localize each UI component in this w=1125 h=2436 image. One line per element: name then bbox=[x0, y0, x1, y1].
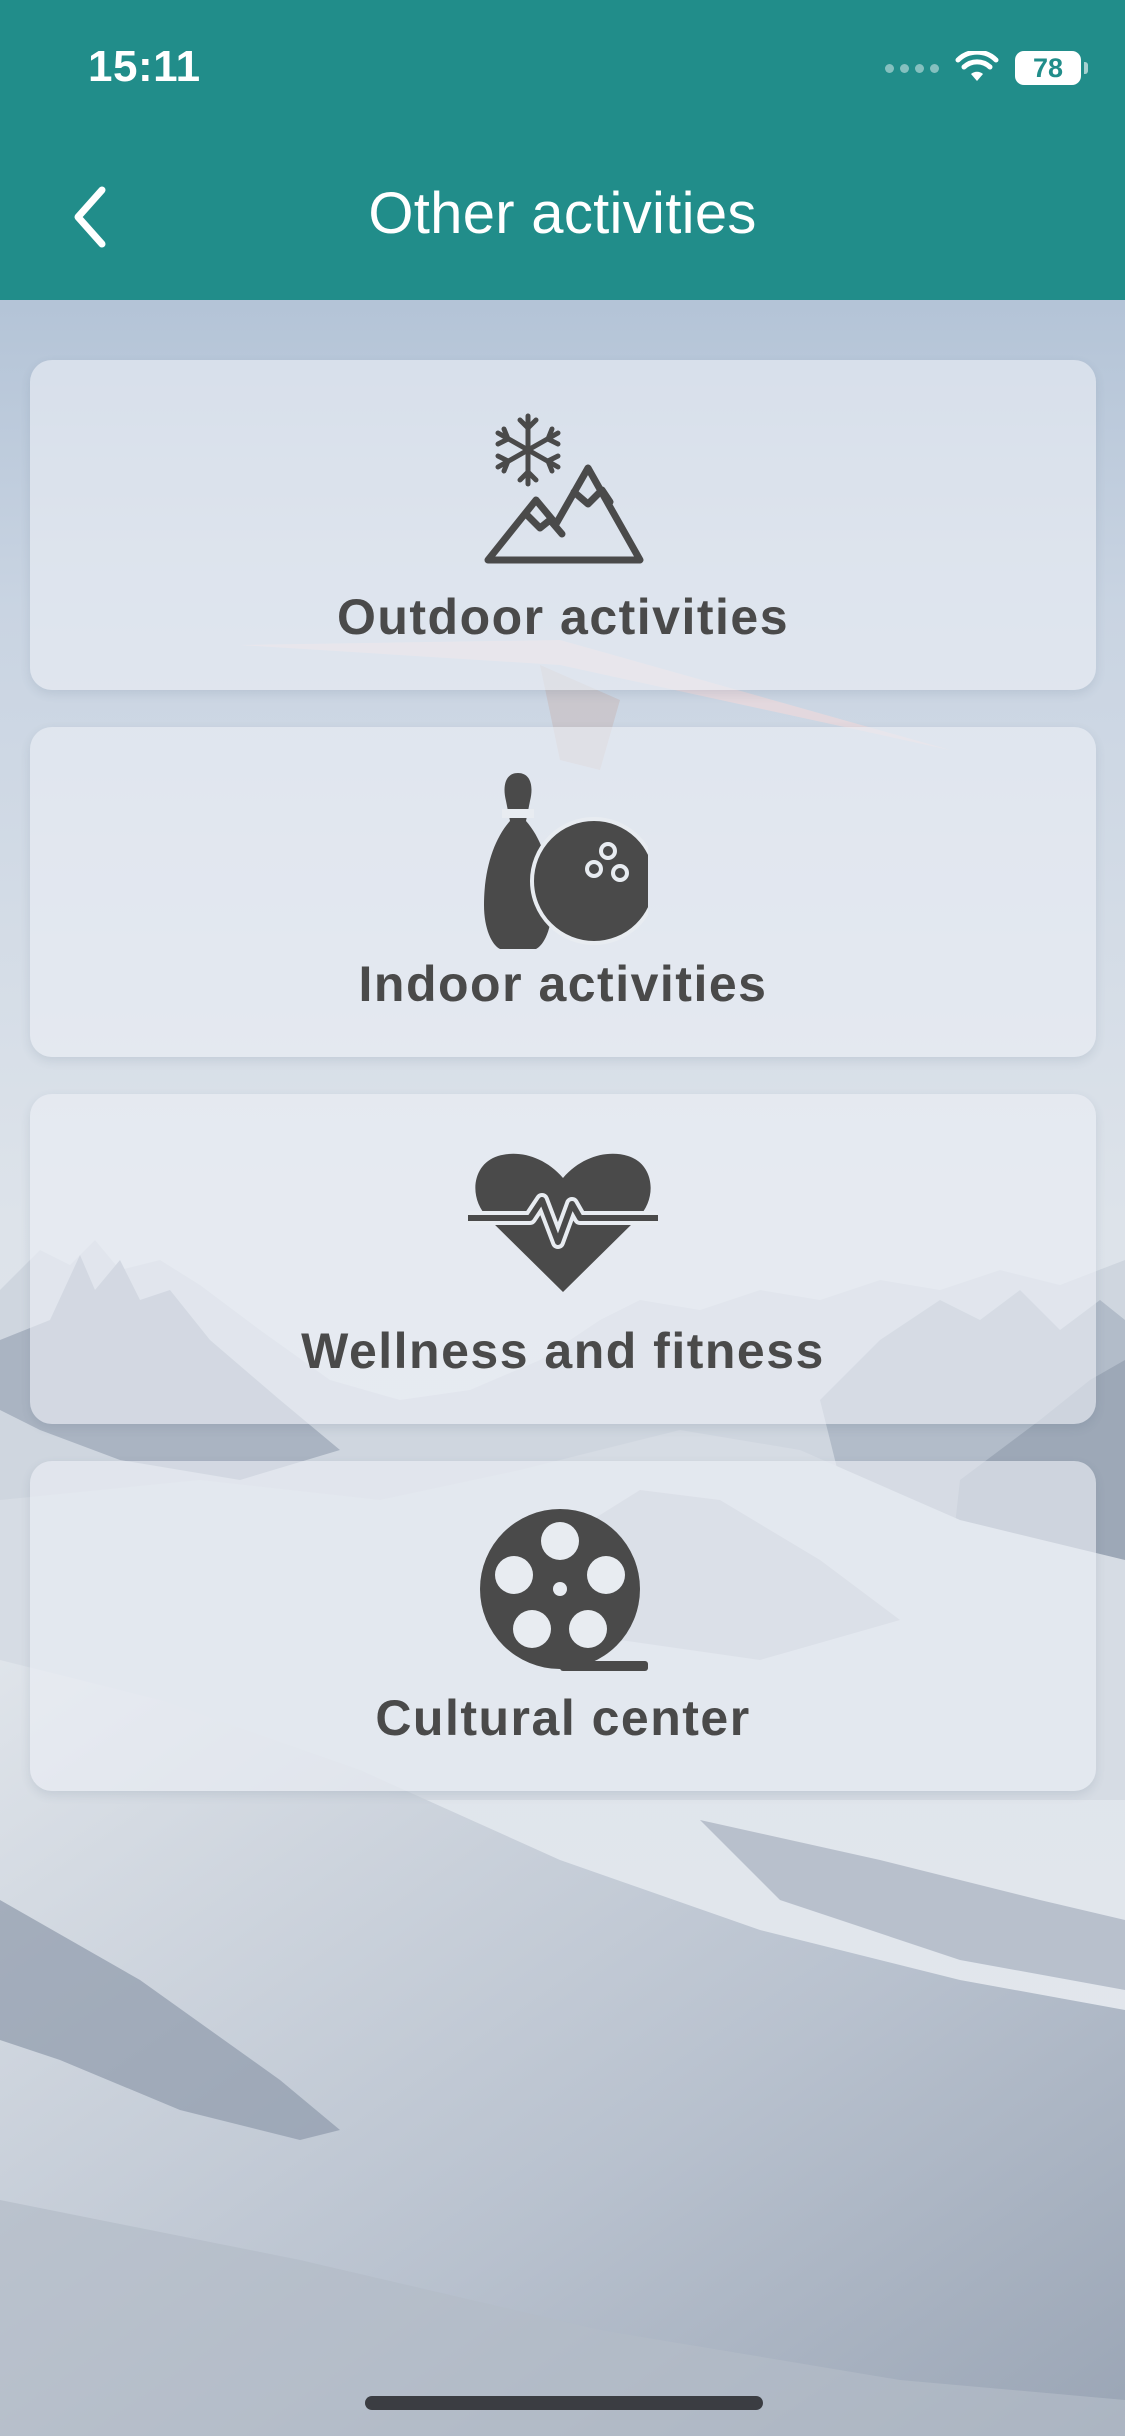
card-outdoor-activities[interactable]: Outdoor activities bbox=[30, 360, 1096, 690]
activity-list: Outdoor activities Indoor activities Wel… bbox=[30, 360, 1096, 1828]
heart-pulse-icon bbox=[30, 1150, 1096, 1295]
battery-icon: 78 bbox=[1015, 51, 1088, 85]
status-time: 15:11 bbox=[88, 42, 201, 91]
home-indicator[interactable] bbox=[365, 2396, 763, 2410]
status-indicators: 78 bbox=[885, 48, 1088, 88]
page-title: Other activities bbox=[368, 181, 757, 246]
card-wellness-and-fitness[interactable]: Wellness and fitness bbox=[30, 1094, 1096, 1424]
card-cultural-center[interactable]: Cultural center bbox=[30, 1461, 1096, 1791]
card-label: Outdoor activities bbox=[336, 589, 790, 645]
snow-mountain-icon bbox=[30, 408, 1096, 568]
app-header: 15:11 78 Other activities bbox=[0, 0, 1125, 300]
wifi-icon bbox=[955, 51, 999, 81]
card-indoor-activities[interactable]: Indoor activities bbox=[30, 727, 1096, 1057]
cellular-signal-icon bbox=[885, 63, 939, 73]
battery-level: 78 bbox=[1032, 52, 1064, 83]
film-reel-icon bbox=[30, 1507, 1096, 1677]
card-label: Wellness and fitness bbox=[301, 1323, 825, 1379]
card-label: Cultural center bbox=[375, 1690, 751, 1746]
card-label: Indoor activities bbox=[358, 956, 768, 1012]
bowling-icon bbox=[30, 769, 1096, 949]
